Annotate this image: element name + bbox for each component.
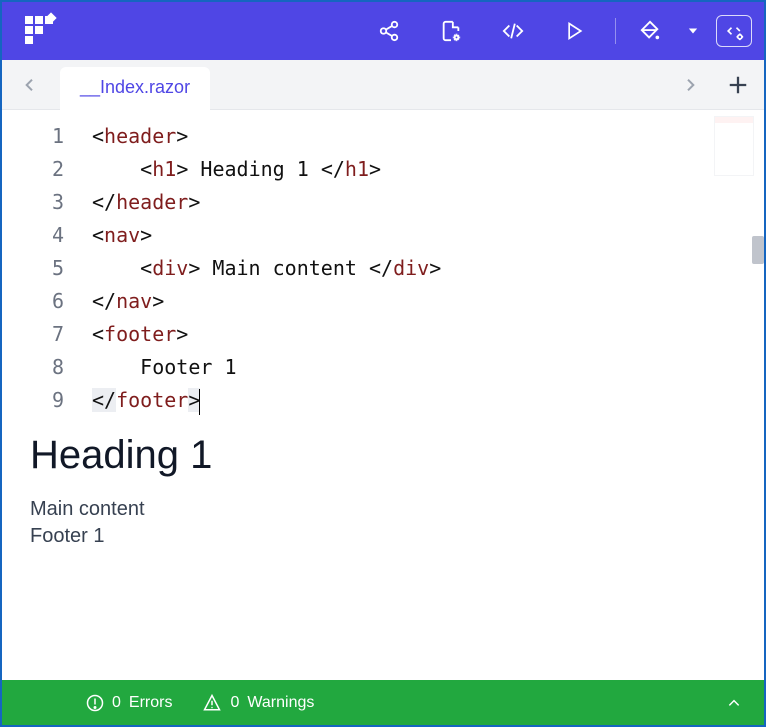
preview-footer-text: Footer 1 bbox=[30, 523, 736, 550]
code-content[interactable]: <header> <h1> Heading 1 </h1></header><n… bbox=[92, 110, 764, 417]
caret-down-icon bbox=[686, 26, 700, 36]
warnings-group[interactable]: 0 Warnings bbox=[202, 694, 314, 712]
code-gear-icon bbox=[723, 21, 745, 41]
share-button[interactable] bbox=[363, 2, 415, 60]
line-number: 9 bbox=[2, 384, 92, 417]
tab-nav-forward-button[interactable] bbox=[670, 65, 710, 105]
chevron-left-icon bbox=[22, 74, 38, 96]
line-number: 6 bbox=[2, 285, 92, 318]
paint-button[interactable] bbox=[630, 2, 670, 60]
tab-bar: __Index.razor bbox=[2, 60, 764, 110]
line-number: 7 bbox=[2, 318, 92, 351]
code-editor[interactable]: 123456789 <header> <h1> Heading 1 </h1><… bbox=[2, 110, 764, 417]
code-line[interactable]: Footer 1 bbox=[92, 351, 764, 384]
status-bar: 0 Errors 0 Warnings bbox=[2, 680, 764, 725]
scrollbar-thumb[interactable] bbox=[752, 236, 764, 264]
apps-grid-icon bbox=[25, 16, 55, 46]
error-icon bbox=[86, 694, 104, 712]
file-tab-label: __Index.razor bbox=[80, 77, 190, 97]
line-number: 1 bbox=[2, 120, 92, 153]
share-icon bbox=[378, 20, 400, 42]
code-line[interactable]: <nav> bbox=[92, 219, 764, 252]
file-gear-icon bbox=[440, 19, 462, 43]
code-line[interactable]: </header> bbox=[92, 186, 764, 219]
plus-icon bbox=[727, 74, 749, 96]
tab-nav-back-button[interactable] bbox=[10, 65, 50, 105]
line-number-gutter: 123456789 bbox=[2, 110, 92, 417]
code-icon bbox=[501, 20, 525, 42]
paint-dropdown-button[interactable] bbox=[680, 2, 706, 60]
play-icon bbox=[565, 20, 585, 42]
top-toolbar bbox=[2, 2, 764, 60]
apps-grid-button[interactable] bbox=[14, 2, 66, 60]
code-line[interactable]: </footer> bbox=[92, 384, 764, 417]
paint-bucket-icon bbox=[639, 20, 661, 42]
minimap[interactable] bbox=[714, 116, 754, 176]
errors-group[interactable]: 0 Errors bbox=[86, 694, 172, 712]
code-line[interactable]: <div> Main content </div> bbox=[92, 252, 764, 285]
warning-icon bbox=[202, 694, 222, 712]
code-line[interactable]: <h1> Heading 1 </h1> bbox=[92, 153, 764, 186]
chevron-right-icon bbox=[682, 74, 698, 96]
preview-main-text: Main content bbox=[30, 496, 736, 523]
line-number: 4 bbox=[2, 219, 92, 252]
run-button[interactable] bbox=[549, 2, 601, 60]
errors-label: Errors bbox=[129, 694, 173, 712]
code-line[interactable]: <footer> bbox=[92, 318, 764, 351]
line-number: 5 bbox=[2, 252, 92, 285]
chevron-up-icon bbox=[724, 696, 744, 710]
new-tab-button[interactable] bbox=[720, 67, 756, 103]
file-tab[interactable]: __Index.razor bbox=[60, 67, 210, 110]
code-line[interactable]: </nav> bbox=[92, 285, 764, 318]
line-number: 3 bbox=[2, 186, 92, 219]
warnings-label: Warnings bbox=[247, 694, 314, 712]
errors-count: 0 bbox=[112, 694, 121, 712]
code-line[interactable]: <header> bbox=[92, 120, 764, 153]
warnings-count: 0 bbox=[230, 694, 239, 712]
status-expand-button[interactable] bbox=[714, 683, 754, 723]
preview-heading: Heading 1 bbox=[30, 433, 736, 478]
code-view-button[interactable] bbox=[487, 2, 539, 60]
preview-pane: Heading 1 Main content Footer 1 bbox=[2, 417, 764, 680]
file-settings-button[interactable] bbox=[425, 2, 477, 60]
line-number: 2 bbox=[2, 153, 92, 186]
embed-settings-button[interactable] bbox=[716, 15, 752, 47]
text-cursor bbox=[199, 389, 200, 415]
line-number: 8 bbox=[2, 351, 92, 384]
toolbar-separator bbox=[615, 18, 616, 44]
